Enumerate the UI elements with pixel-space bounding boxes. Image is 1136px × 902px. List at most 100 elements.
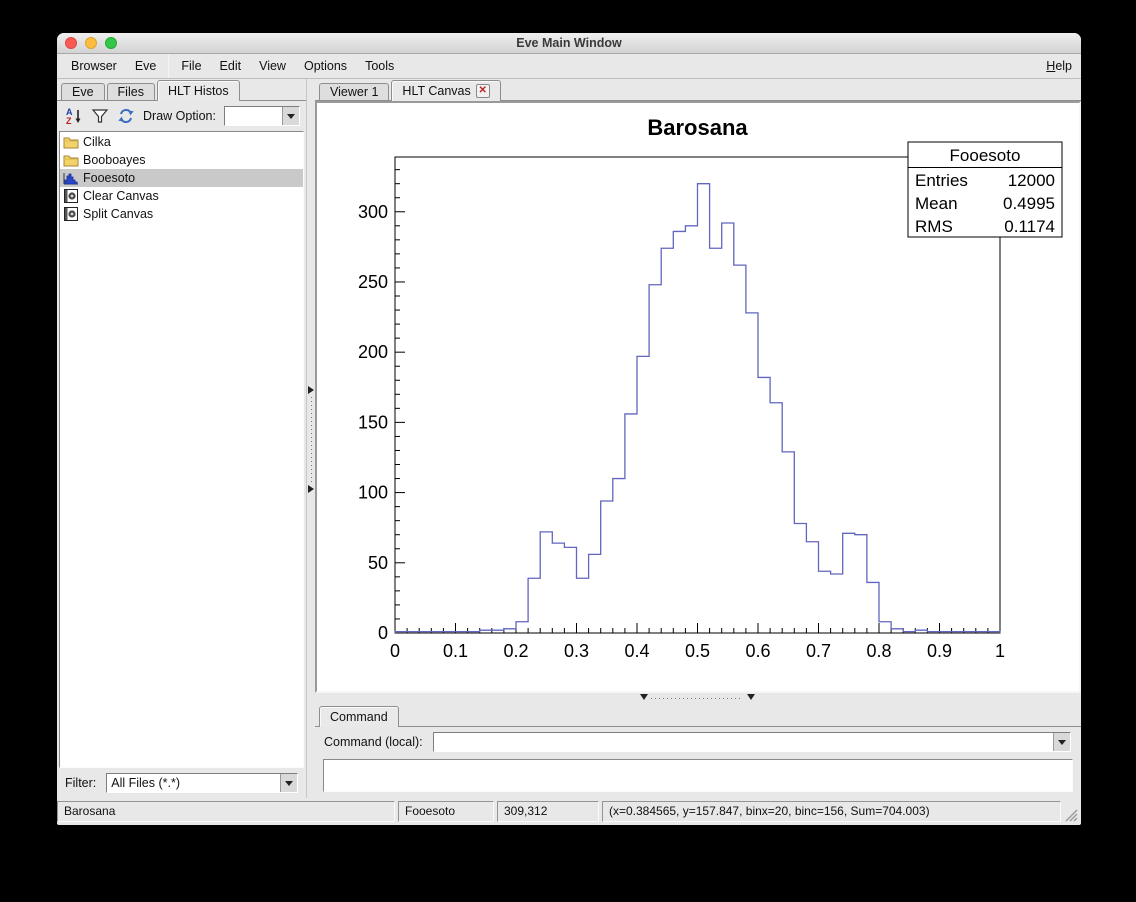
tree-item-label: Cilka [83, 135, 111, 149]
x-tick-label: 0.2 [503, 641, 528, 661]
draw-option-combobox[interactable] [224, 106, 300, 126]
tree-item-cilka[interactable]: Cilka [60, 133, 303, 151]
close-tab-icon[interactable]: ✕ [476, 84, 490, 98]
status-section-2: 309,312 [497, 801, 599, 822]
x-tick-label: 0.5 [685, 641, 710, 661]
funnel-icon[interactable] [91, 107, 109, 125]
tab-label: Eve [72, 84, 94, 101]
stats-row-value: 0.1174 [1004, 217, 1055, 236]
draw-option-value [225, 107, 282, 125]
menu-separator [168, 54, 169, 78]
splitter-collapse-icon[interactable] [308, 386, 314, 394]
x-tick-label: 0.9 [927, 641, 952, 661]
tab-label: Files [118, 84, 144, 101]
stats-row-value: 12000 [1008, 171, 1055, 190]
horizontal-splitter[interactable] [315, 693, 1081, 705]
sort-az-icon[interactable]: A Z [65, 107, 83, 125]
status-section-3: (x=0.384565, y=157.847, binx=20, binc=15… [602, 801, 1061, 822]
viewer-tabrow: Viewer 1 HLT Canvas ✕ [315, 79, 1081, 101]
x-tick-label: 0 [390, 641, 400, 661]
minimize-window-button[interactable] [85, 37, 97, 49]
browser-panel: Eve Files HLT Histos A Z [57, 79, 306, 798]
command-prompt-label: Command (local): [324, 735, 423, 749]
tab-command[interactable]: Command [319, 706, 399, 727]
traffic-lights [65, 33, 117, 53]
x-tick-label: 0.1 [443, 641, 468, 661]
menu-browser[interactable]: Browser [62, 59, 126, 73]
menu-view[interactable]: View [250, 59, 295, 73]
tab-hlt-histos[interactable]: HLT Histos [157, 80, 240, 101]
tree-item-clear-canvas[interactable]: Clear Canvas [60, 187, 303, 205]
close-window-button[interactable] [65, 37, 77, 49]
main-content: Eve Files HLT Histos A Z [57, 79, 1081, 798]
resize-grip[interactable] [1064, 801, 1078, 822]
menu-help[interactable]: Help [1037, 54, 1081, 78]
command-combobox[interactable] [433, 732, 1071, 752]
filter-row: Filter: All Files (*.*) [57, 768, 306, 798]
splitter-dotted-line [651, 698, 743, 699]
filter-combobox[interactable]: All Files (*.*) [106, 773, 298, 793]
splitter-collapse-icon[interactable] [747, 694, 755, 700]
dropdown-arrow-icon [1053, 733, 1070, 751]
tab-command-label: Command [330, 707, 388, 727]
menu-tools[interactable]: Tools [356, 59, 403, 73]
y-tick-label: 250 [358, 272, 388, 292]
tab-viewer-1[interactable]: Viewer 1 [319, 83, 389, 101]
x-tick-label: 0.8 [866, 641, 891, 661]
tree-item-label: Booboayes [83, 153, 146, 167]
folder-icon [63, 135, 79, 149]
x-tick-label: 0.4 [624, 641, 649, 661]
draw-option-label: Draw Option: [143, 109, 216, 123]
tab-hlt-canvas[interactable]: HLT Canvas ✕ [391, 80, 500, 101]
status-section-1: Fooesoto [398, 801, 494, 822]
refresh-icon[interactable] [117, 107, 135, 125]
browser-tabrow: Eve Files HLT Histos [57, 79, 306, 101]
status-bar: BarosanaFooesoto309,312(x=0.384565, y=15… [57, 798, 1081, 825]
splitter-collapse-icon[interactable] [308, 485, 314, 493]
x-tick-label: 0.6 [745, 641, 770, 661]
y-tick-label: 0 [378, 623, 388, 643]
command-output[interactable] [323, 759, 1073, 792]
menu-file[interactable]: File [172, 59, 210, 73]
splitter-collapse-icon[interactable] [640, 694, 648, 700]
menu-options[interactable]: Options [295, 59, 356, 73]
tab-files[interactable]: Files [107, 83, 155, 101]
tab-label: Viewer 1 [330, 84, 378, 101]
filter-value: All Files (*.*) [107, 774, 280, 792]
command-input[interactable] [434, 733, 1053, 751]
tree-item-label: Split Canvas [83, 207, 153, 221]
status-section-0: Barosana [57, 801, 395, 822]
tab-label: HLT Canvas [402, 81, 470, 101]
y-tick-label: 150 [358, 412, 388, 432]
eve-main-window: Eve Main Window BrowserEve FileEditViewO… [57, 33, 1081, 825]
x-tick-label: 0.3 [564, 641, 589, 661]
tab-label: HLT Histos [168, 81, 229, 101]
tree-item-fooesoto[interactable]: Fooesoto [60, 169, 303, 187]
file-tree: Cilka Booboayes Fooesoto Clear Canvas Split … [59, 131, 304, 768]
viewer-area: Viewer 1 HLT Canvas ✕ Barosana 0 0.1 0.2 0.3 0.… [315, 79, 1081, 798]
stats-row-label: Entries [915, 171, 968, 190]
hlt-canvas[interactable]: Barosana00.10.20.30.40.50.60.70.80.91050… [315, 101, 1081, 693]
x-tick-label: 0.7 [806, 641, 831, 661]
plot-title: Barosana [647, 115, 748, 140]
command-row: Command (local): [315, 727, 1081, 757]
tree-item-label: Clear Canvas [83, 189, 159, 203]
tree-item-split-canvas[interactable]: Split Canvas [60, 205, 303, 223]
svg-text:Z: Z [66, 116, 72, 125]
filter-label: Filter: [65, 776, 96, 790]
zoom-window-button[interactable] [105, 37, 117, 49]
stats-row-label: RMS [915, 217, 953, 236]
y-tick-label: 100 [358, 483, 388, 503]
y-tick-label: 200 [358, 342, 388, 362]
x-tick-label: 1 [995, 641, 1005, 661]
vertical-splitter[interactable] [306, 79, 315, 798]
stats-title: Fooesoto [950, 146, 1021, 165]
title-bar[interactable]: Eve Main Window [57, 33, 1081, 54]
menu-bar: BrowserEve FileEditViewOptionsTools Help [57, 54, 1081, 79]
tree-item-booboayes[interactable]: Booboayes [60, 151, 303, 169]
histogram-plot[interactable]: Barosana00.10.20.30.40.50.60.70.80.91050… [317, 103, 1079, 691]
canvas-icon [63, 189, 79, 203]
menu-eve[interactable]: Eve [126, 59, 166, 73]
tab-eve[interactable]: Eve [61, 83, 105, 101]
menu-edit[interactable]: Edit [211, 59, 251, 73]
